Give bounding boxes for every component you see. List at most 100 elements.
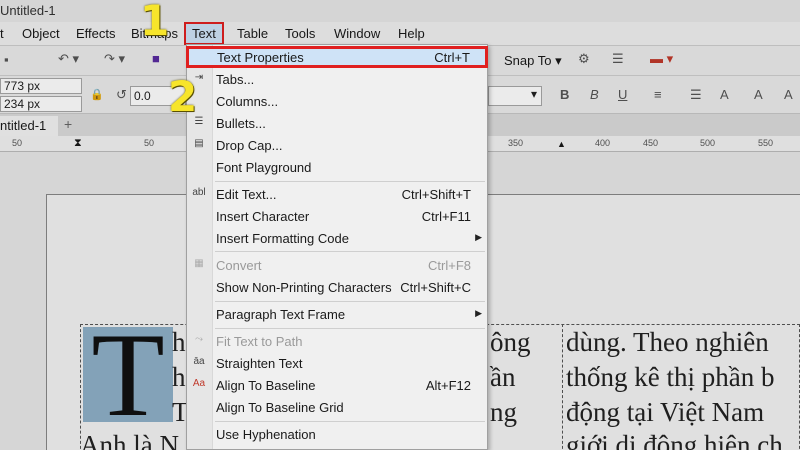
fit-path-icon: ⤳: [195, 334, 203, 345]
submenu-arrow-icon: ▶: [475, 232, 482, 242]
ruler-tick: 50: [144, 138, 155, 148]
menu-item-drop-cap[interactable]: ▤ Drop Cap...: [187, 135, 487, 157]
step-marker-1: 1: [140, 0, 170, 45]
ruler-tick: 350: [508, 138, 524, 148]
menu-item-font-playground[interactable]: Font Playground: [187, 157, 487, 179]
tab-stop-icon[interactable]: ▲: [557, 139, 566, 149]
column-divider: [562, 324, 563, 450]
menu-item-tabs[interactable]: ⇥ Tabs...: [187, 69, 487, 91]
menu-item-columns[interactable]: Columns...: [187, 91, 487, 113]
menu-item-fit-text-to-path: ⤳ Fit Text to Path: [187, 331, 487, 353]
indent-marker-icon[interactable]: ⧗: [74, 137, 82, 150]
menu-item-label: Drop Cap...: [216, 138, 283, 153]
menu-text[interactable]: Text: [184, 22, 224, 45]
italic-icon[interactable]: B: [590, 87, 599, 102]
checklist-icon[interactable]: ☰: [612, 51, 624, 67]
menu-item-label: Insert Formatting Code: [216, 231, 349, 246]
add-tab-button[interactable]: +: [64, 116, 72, 132]
menu-item-text-properties[interactable]: Text Properties Ctrl+T: [186, 46, 488, 68]
redo-icon[interactable]: ↷ ▾: [104, 51, 125, 67]
width-field[interactable]: 773 px: [0, 78, 82, 94]
menu-item-show-non-printing[interactable]: Show Non-Printing Characters Ctrl+Shift+…: [187, 277, 487, 299]
options-icon[interactable]: ⚙: [578, 51, 590, 67]
menu-item-align-to-baseline[interactable]: Aa Align To Baseline Alt+F12: [187, 375, 487, 397]
menu-item-insert-character[interactable]: Insert Character Ctrl+F11: [187, 206, 487, 228]
bullet-list-icon[interactable]: ☰: [690, 87, 702, 103]
menu-item-bullets[interactable]: ☰ Bullets...: [187, 113, 487, 135]
text-direction-icon[interactable]: A: [784, 87, 793, 102]
menu-object[interactable]: Object: [22, 26, 60, 41]
body-text-line: động tại Việt Nam: [566, 397, 765, 427]
body-text-line: Anh là N: [80, 430, 179, 450]
undo-icon[interactable]: ↶ ▾: [58, 51, 79, 67]
menu-item-label: Fit Text to Path: [216, 334, 303, 349]
font-size-dropdown[interactable]: ▾: [488, 86, 542, 106]
ruler-tick: 500: [700, 138, 716, 148]
body-text-line: h: [172, 362, 186, 392]
menu-item-shortcut: Ctrl+T: [434, 50, 470, 65]
menu-item-label: Align To Baseline Grid: [216, 400, 344, 415]
submenu-arrow-icon: ▶: [475, 308, 482, 318]
text-properties-icon[interactable]: A: [754, 87, 763, 102]
menu-table[interactable]: Table: [237, 26, 268, 41]
menu-item-shortcut: Ctrl+Shift+T: [401, 187, 471, 202]
menu-separator: [215, 421, 485, 422]
tab-untitled-1[interactable]: ntitled-1: [0, 116, 58, 136]
menu-window[interactable]: Window: [334, 26, 380, 41]
menu-item-label: Paragraph Text Frame: [216, 307, 346, 322]
body-text-line: ông: [490, 327, 531, 357]
menu-item-label: Insert Character: [216, 209, 310, 224]
menu-effects[interactable]: Effects: [76, 26, 116, 41]
menu-item-use-hyphenation[interactable]: Use Hyphenation: [187, 424, 487, 446]
menu-item-straighten-text[interactable]: āa Straighten Text: [187, 353, 487, 375]
menu-item-label: Edit Text...: [216, 187, 277, 202]
text-menu-dropdown: Text Properties Ctrl+T ⇥ Tabs... Columns…: [186, 44, 488, 450]
launch-icon[interactable]: ▬ ▾: [650, 51, 673, 67]
menu-item-paragraph-text-frame[interactable]: Paragraph Text Frame ▶: [187, 304, 487, 326]
menu-tools[interactable]: Tools: [285, 26, 315, 41]
menu-item-convert: ▦ Convert Ctrl+F8: [187, 255, 487, 277]
drop-cap-letter: T: [83, 327, 173, 422]
ruler-tick: 450: [643, 138, 659, 148]
menu-edit-partial[interactable]: t: [0, 26, 4, 41]
menu-separator: [215, 328, 485, 329]
window-title: Untitled-1: [0, 3, 56, 18]
ruler-tick: 400: [595, 138, 611, 148]
underline-icon[interactable]: U: [618, 87, 627, 102]
drop-cap-icon[interactable]: A: [720, 87, 729, 102]
edit-text-icon: abl: [192, 187, 206, 198]
save-icon[interactable]: ▪: [4, 52, 9, 67]
body-text-line: h: [172, 327, 186, 357]
menu-item-label: Text Properties: [217, 50, 304, 65]
body-text-line: ng: [490, 397, 517, 427]
menu-separator: [215, 181, 485, 182]
menu-item-label: Font Playground: [216, 160, 312, 175]
menu-item-label: Show Non-Printing Characters: [216, 280, 392, 295]
menu-item-align-to-baseline-grid[interactable]: Align To Baseline Grid: [187, 397, 487, 419]
menu-item-label: Convert: [216, 258, 262, 273]
drop-cap-icon: ▤: [194, 138, 204, 149]
ruler-tick: 550: [758, 138, 774, 148]
body-text-line: dùng. Theo nghiên: [566, 327, 769, 357]
menu-item-label: Align To Baseline: [216, 378, 316, 393]
height-field[interactable]: 234 px: [0, 96, 82, 112]
snap-to-dropdown[interactable]: Snap To ▾: [504, 53, 562, 69]
menu-item-edit-text[interactable]: abl Edit Text... Ctrl+Shift+T: [187, 184, 487, 206]
menu-item-shortcut: Ctrl+Shift+C: [400, 280, 471, 295]
align-baseline-icon: Aa: [192, 378, 206, 389]
menu-help[interactable]: Help: [398, 26, 425, 41]
menu-item-label: Tabs...: [216, 72, 255, 87]
menu-bar: t Object Effects Bitmaps Text Table Tool…: [0, 22, 800, 46]
align-icon[interactable]: ≡: [654, 87, 662, 102]
rotate-icon: ↺: [116, 87, 127, 102]
body-text-line: thống kê thị phần b: [566, 362, 775, 392]
bold-icon[interactable]: B: [560, 87, 569, 102]
lock-ratio-icon[interactable]: 🔒: [90, 88, 104, 101]
menu-item-insert-formatting-code[interactable]: Insert Formatting Code ▶: [187, 228, 487, 250]
app-launcher-icon[interactable]: ■: [152, 51, 160, 66]
menu-item-shortcut: Alt+F12: [425, 378, 471, 393]
menu-separator: [215, 301, 485, 302]
convert-icon: ▦: [194, 258, 204, 269]
tab-label: ntitled-1: [0, 118, 47, 133]
menu-item-label: Bullets...: [216, 116, 266, 131]
